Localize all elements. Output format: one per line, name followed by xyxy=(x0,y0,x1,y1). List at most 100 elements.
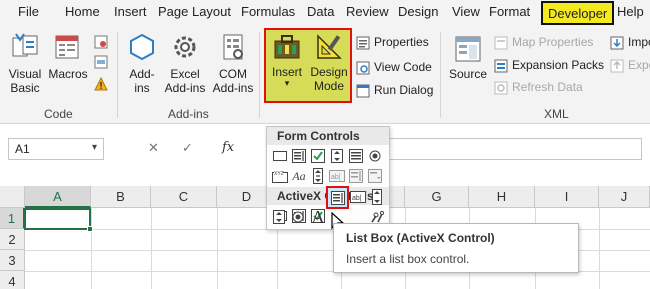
row-header[interactable]: 2 xyxy=(0,229,25,250)
expansion-packs-button[interactable]: Expansion Packs xyxy=(494,56,604,74)
text-box-activex-control[interactable]: ab| xyxy=(349,188,367,206)
excel-addins-label: Excel Add-ins xyxy=(164,67,206,95)
svg-text:ab|: ab| xyxy=(352,195,362,202)
export-button[interactable]: Expo xyxy=(610,56,650,74)
text-field-form-control[interactable]: ab| xyxy=(328,167,346,185)
row-header[interactable]: 1 xyxy=(0,208,25,229)
visual-basic-label: Visual Basic xyxy=(8,67,42,95)
fill-handle[interactable] xyxy=(87,226,93,232)
view-code-button[interactable]: View Code xyxy=(356,58,432,76)
tab-data[interactable]: Data xyxy=(307,4,334,19)
visual-basic-icon xyxy=(12,33,38,57)
column-header[interactable]: H xyxy=(469,186,535,208)
tab-view[interactable]: View xyxy=(452,4,480,19)
tooltip-title: List Box (ActiveX Control) xyxy=(346,231,495,245)
insert-controls-button[interactable]: Insert ▾ xyxy=(266,32,308,88)
label-form-control[interactable]: Aa xyxy=(290,167,308,185)
record-macro-button[interactable] xyxy=(94,32,112,50)
com-addins-icon xyxy=(223,34,243,60)
addins-button[interactable]: Add-ins xyxy=(122,32,162,95)
option-button-form-control[interactable] xyxy=(366,147,384,165)
insert-function-icon[interactable]: fx xyxy=(222,140,234,155)
xml-source-icon xyxy=(455,36,481,62)
column-header[interactable]: I xyxy=(535,186,599,208)
scroll-bar-activex-control[interactable] xyxy=(368,188,386,206)
text-field-icon: ab| xyxy=(329,170,345,182)
combo-list-edit-form-control[interactable] xyxy=(347,167,365,185)
button-form-control[interactable] xyxy=(271,147,289,165)
tab-design[interactable]: Design xyxy=(398,4,438,19)
column-header[interactable]: G xyxy=(405,186,469,208)
import-button[interactable]: Impo xyxy=(610,33,650,51)
run-dialog-icon xyxy=(356,84,370,98)
macro-security-button[interactable] xyxy=(94,74,112,92)
import-icon xyxy=(610,36,624,50)
select-all-corner[interactable] xyxy=(0,186,25,208)
properties-button[interactable]: Properties xyxy=(356,33,429,51)
label-control-icon: A xyxy=(311,206,325,227)
combo-drop-down-edit-form-control[interactable] xyxy=(366,167,384,185)
addins-label: Add-ins xyxy=(129,67,155,95)
expansion-packs-label: Expansion Packs xyxy=(512,58,605,72)
text-box-icon: ab| xyxy=(350,191,366,203)
run-dialog-button[interactable]: Run Dialog xyxy=(356,81,433,99)
macros-button[interactable]: Macros xyxy=(46,32,90,81)
label-activex-control[interactable]: A xyxy=(308,207,328,227)
group-divider xyxy=(259,32,260,118)
com-addins-button[interactable]: COM Add-ins xyxy=(210,32,256,95)
expansion-packs-icon xyxy=(494,59,508,73)
column-header[interactable]: C xyxy=(151,186,217,208)
more-controls-icon xyxy=(371,210,384,223)
tab-file[interactable]: File xyxy=(18,4,39,19)
group-box-icon: XYZ xyxy=(272,169,288,183)
enter-icon[interactable]: ✓ xyxy=(182,140,193,156)
check-box-icon xyxy=(311,149,325,163)
column-header[interactable]: J xyxy=(599,186,650,208)
spin-button-form-control[interactable] xyxy=(328,147,346,165)
refresh-data-button[interactable]: Refresh Data xyxy=(494,78,583,96)
tab-page-layout[interactable]: Page Layout xyxy=(158,4,231,19)
tooltip-description: Insert a list box control. xyxy=(346,252,470,266)
design-mode-button[interactable]: Design Mode xyxy=(308,32,350,93)
check-box-form-control[interactable] xyxy=(309,147,327,165)
active-cell-a1[interactable] xyxy=(24,208,93,232)
row-header[interactable]: 4 xyxy=(0,271,25,289)
option-button-activex-control[interactable] xyxy=(289,208,307,226)
tab-developer[interactable]: Developer xyxy=(541,1,615,25)
spin-button-icon xyxy=(273,210,285,224)
toolbox-icon xyxy=(274,35,300,59)
column-header[interactable]: B xyxy=(91,186,151,208)
combo-box-form-control[interactable] xyxy=(290,147,308,165)
group-divider xyxy=(117,32,118,118)
excel-addins-button[interactable]: Excel Add-ins xyxy=(162,32,208,95)
list-box-tooltip: List Box (ActiveX Control) Insert a list… xyxy=(333,223,579,273)
group-box-form-control[interactable]: XYZ xyxy=(271,167,289,185)
map-properties-button[interactable]: Map Properties xyxy=(494,33,593,51)
tab-review[interactable]: Review xyxy=(346,4,389,19)
list-box-form-control[interactable] xyxy=(347,147,365,165)
combo-box-icon xyxy=(292,149,306,163)
cancel-icon[interactable]: ✕ xyxy=(148,140,159,156)
name-box[interactable]: A1 ▾ xyxy=(8,138,104,160)
design-mode-icon xyxy=(317,34,342,59)
grid-line xyxy=(599,208,600,289)
scroll-bar-form-control[interactable] xyxy=(309,167,327,185)
tab-formulas[interactable]: Formulas xyxy=(241,4,295,19)
combo-drop-down-edit-icon xyxy=(368,169,382,183)
tab-help[interactable]: Help xyxy=(617,4,644,19)
visual-basic-button[interactable]: Visual Basic xyxy=(4,32,46,95)
tab-home[interactable]: Home xyxy=(65,4,100,19)
tab-format[interactable]: Format xyxy=(489,4,530,19)
spin-button-icon xyxy=(331,149,343,163)
macros-icon xyxy=(55,35,79,59)
column-header[interactable]: A xyxy=(25,186,91,208)
row-header[interactable]: 3 xyxy=(0,250,25,271)
relative-references-button[interactable] xyxy=(94,52,112,70)
option-button-icon xyxy=(369,150,381,162)
properties-label: Properties xyxy=(374,35,429,49)
spin-button-activex-control[interactable] xyxy=(270,208,288,226)
xml-source-button[interactable]: Source xyxy=(446,34,490,81)
tab-insert[interactable]: Insert xyxy=(114,4,147,19)
chevron-down-icon[interactable]: ▾ xyxy=(92,142,97,153)
view-code-icon xyxy=(356,61,370,75)
